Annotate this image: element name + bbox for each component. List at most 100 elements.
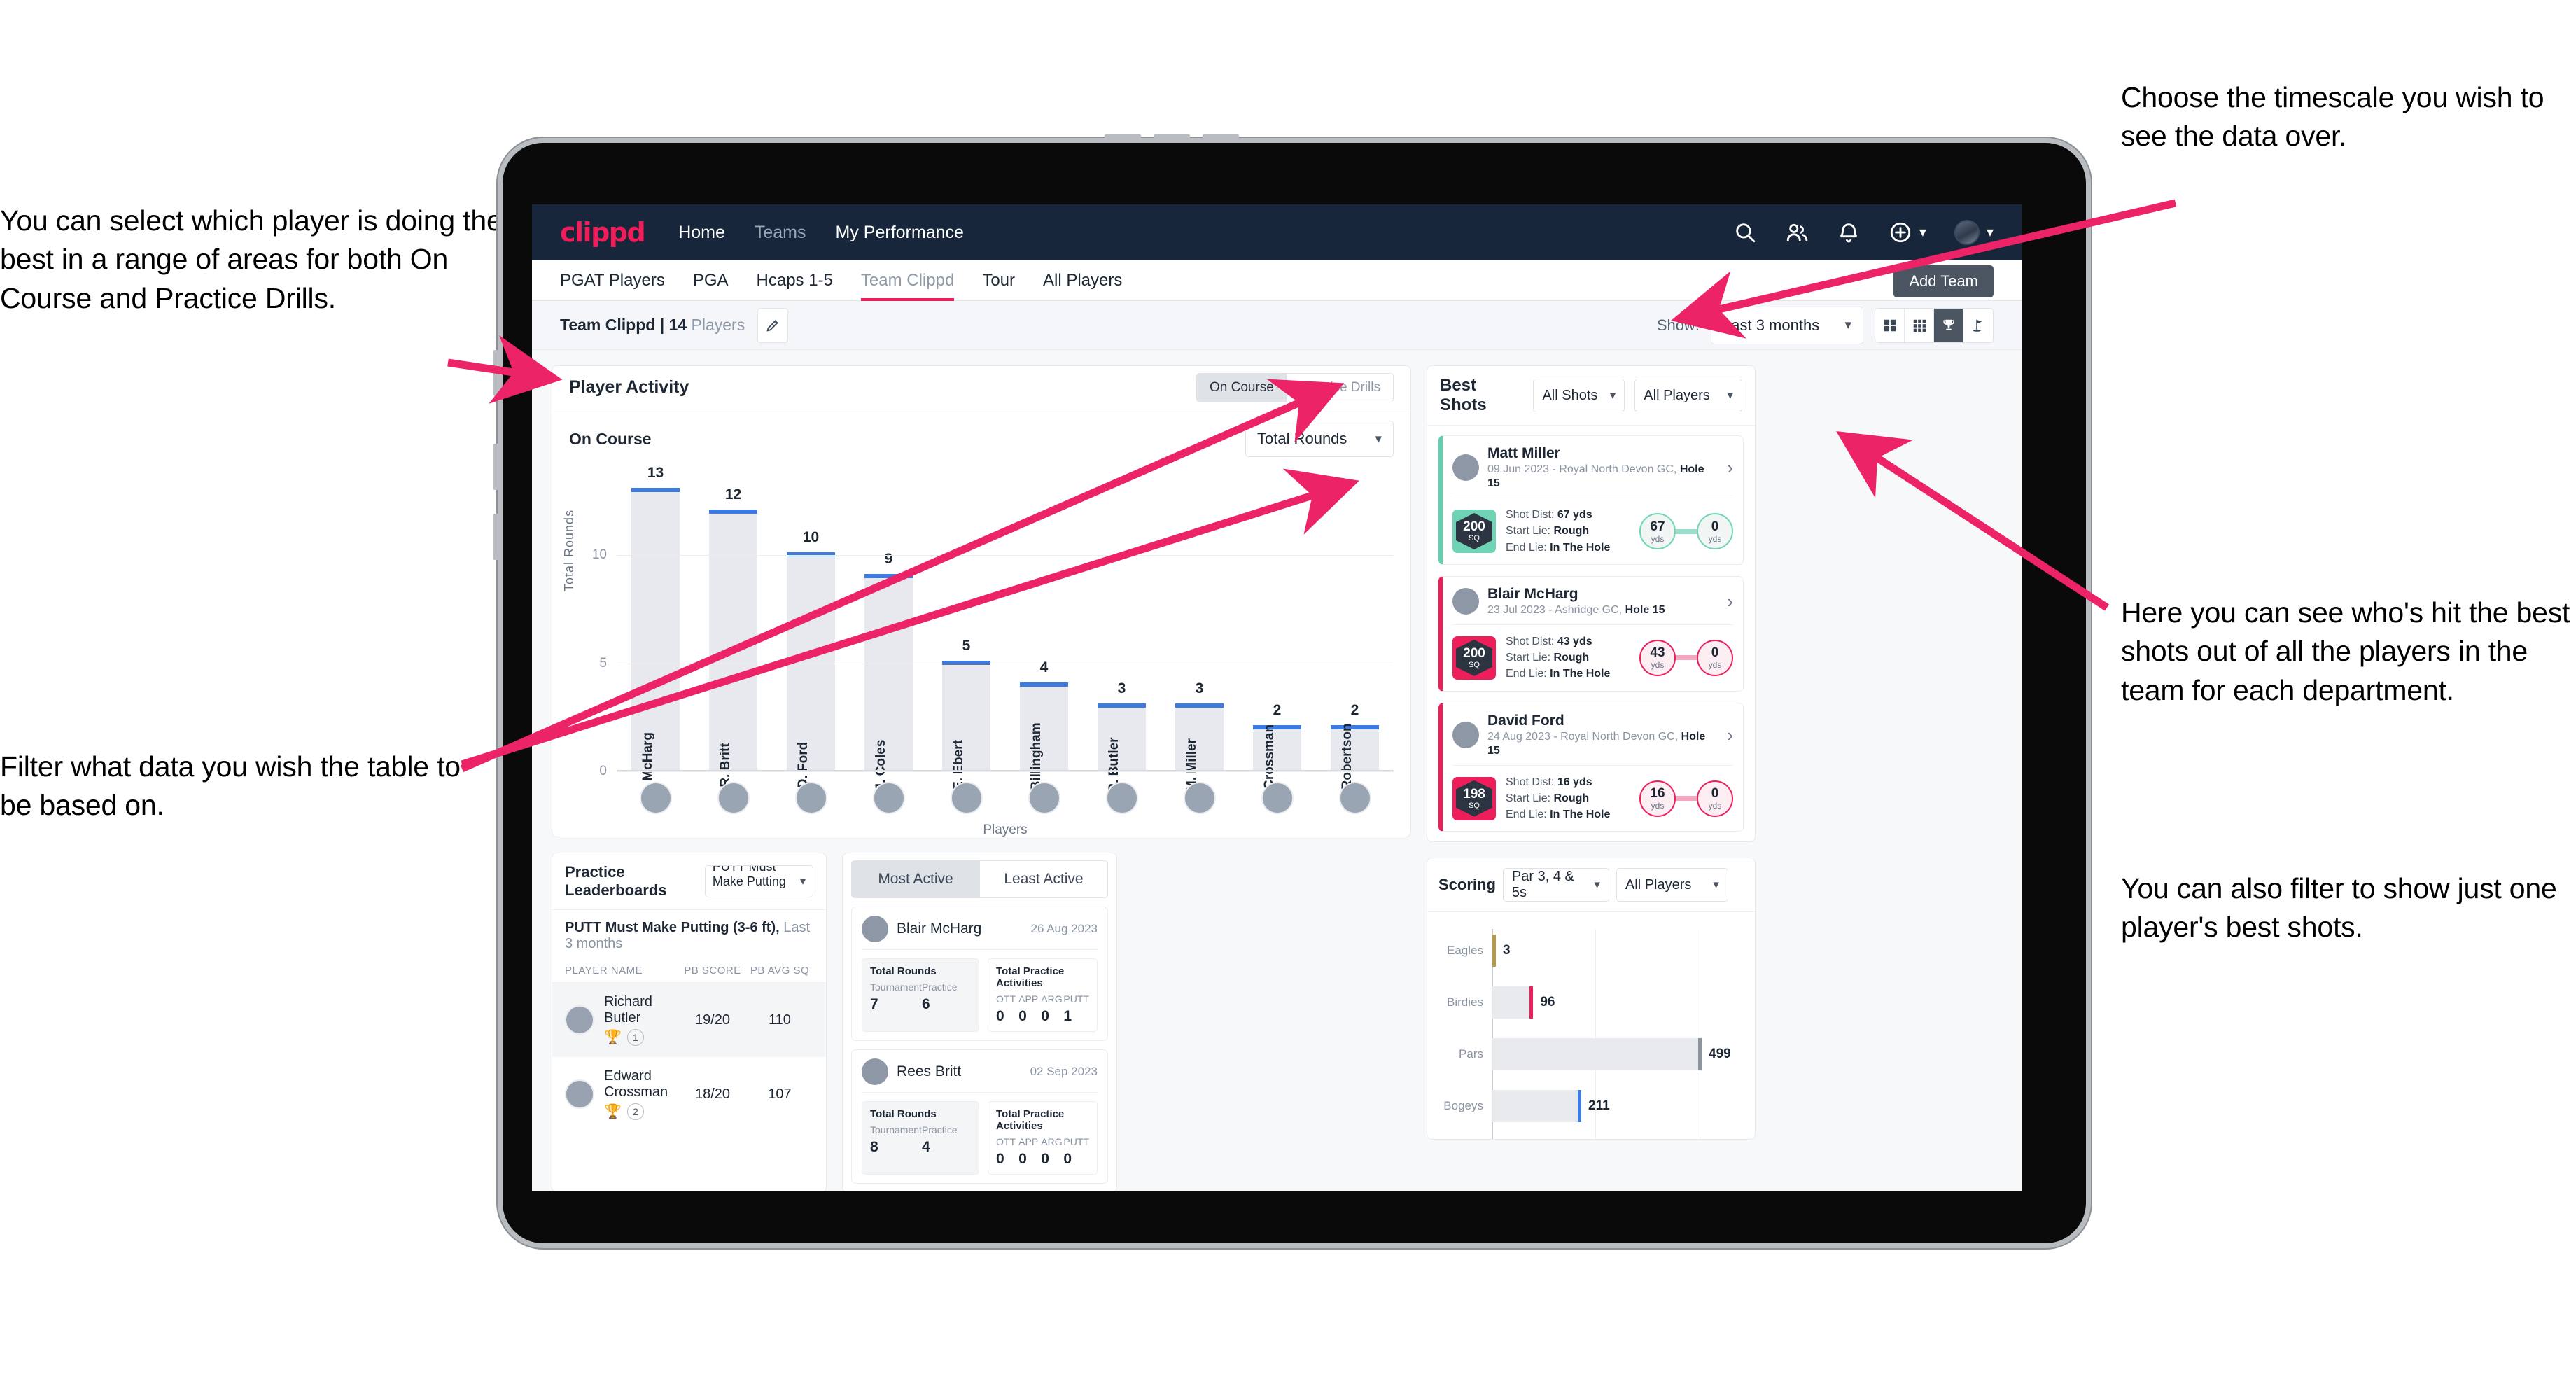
activity-card-item[interactable]: Blair McHarg 26 Aug 2023 Total Rounds Tourn… <box>851 906 1108 1041</box>
chart-bar-slot[interactable]: 5 E. Ebert <box>927 470 1005 790</box>
screenshot-root: You can select which player is doing the… <box>0 0 2576 1386</box>
view-mode-trophy[interactable] <box>1934 308 1963 342</box>
nav-link-home[interactable]: Home <box>678 223 725 243</box>
tab-hcaps-1-5[interactable]: Hcaps 1-5 <box>757 260 833 301</box>
nav-link-my-performance[interactable]: My Performance <box>836 223 964 243</box>
avatar[interactable] <box>1954 220 1980 245</box>
chevron-right-icon[interactable]: › <box>1727 726 1733 744</box>
player-avatar[interactable] <box>1183 782 1216 814</box>
view-mode-grid-3x3[interactable] <box>1905 308 1934 342</box>
chart-bar-slot[interactable]: 2 E. Crossman <box>1238 470 1316 806</box>
timescale-dropdown[interactable]: Last 3 months ▾ <box>1711 306 1863 344</box>
chart-bar[interactable]: 13 B. McHarg <box>631 465 680 798</box>
scoring-bar-row[interactable]: Birdies 96 <box>1440 986 1742 1019</box>
scoring-players-dropdown[interactable]: All Players ▾ <box>1616 868 1728 902</box>
scoring-bar-row[interactable]: Pars 499 <box>1440 1038 1742 1071</box>
bell-icon[interactable] <box>1837 220 1861 244</box>
tab-least-active[interactable]: Least Active <box>979 860 1108 898</box>
metric-value: Total Rounds <box>1257 430 1348 447</box>
view-mode-grid-2x2[interactable] <box>1875 308 1905 342</box>
chart-bar[interactable]: 2 C. Robertson <box>1331 702 1379 807</box>
chart-bar-slot[interactable]: 4 D. Billingham <box>1005 470 1083 808</box>
shots-filter-dropdown[interactable]: All Shots ▾ <box>1533 379 1625 412</box>
tab-team-clippd[interactable]: Team Clippd <box>860 260 955 301</box>
player-avatar[interactable] <box>1105 782 1138 814</box>
player-avatar[interactable] <box>1028 782 1060 814</box>
drill-dropdown[interactable]: PUTT Must Make Putting ... ▾ <box>704 865 813 897</box>
chart-bar[interactable]: 10 D. Ford <box>787 529 835 788</box>
chart-bar-slot[interactable]: 3 M. Miller <box>1161 470 1238 792</box>
chart-bar-slot[interactable]: 13 B. McHarg <box>617 465 694 798</box>
chart-bar[interactable]: 9 J. Coles <box>864 551 913 790</box>
best-shot-card[interactable]: Blair McHarg 23 Jul 2023 - Ashridge GC, H… <box>1438 575 1744 692</box>
chart-y-tick: 0 <box>599 764 607 778</box>
table-row[interactable]: Richard Butler 🏆 1 19/20 110 <box>552 983 826 1057</box>
user-menu[interactable]: ▾ <box>1954 220 1994 245</box>
chart-bar-slot[interactable]: 2 C. Robertson <box>1316 470 1394 807</box>
best-shot-header: Blair McHarg 23 Jul 2023 - Ashridge GC, H… <box>1452 585 1733 626</box>
best-shot-player: Matt Miller <box>1488 445 1560 461</box>
chart-bar[interactable]: 3 R. Butler <box>1098 680 1146 793</box>
segment-on-course[interactable]: On Course <box>1197 373 1287 402</box>
chevron-right-icon[interactable]: › <box>1727 458 1733 477</box>
tab-all-players[interactable]: All Players <box>1043 260 1122 301</box>
chart-bar-slot[interactable]: 12 R. Britt <box>694 470 772 788</box>
player-avatar[interactable] <box>794 782 827 814</box>
people-icon[interactable] <box>1785 220 1809 244</box>
shot-quality-badge: 200 SQ <box>1452 510 1496 554</box>
player-cell: Edward Crossman 🏆 2 <box>594 1068 679 1120</box>
chart-bar[interactable]: 3 M. Miller <box>1175 680 1224 792</box>
best-shot-card[interactable]: Matt Miller 09 Jun 2023 - Royal North Dev… <box>1438 435 1744 565</box>
edit-team-button[interactable] <box>757 307 789 343</box>
segment-practice-drills[interactable]: Practice Drills <box>1286 373 1393 402</box>
best-shot-body: 200 SQ Shot Dist: 43 yds Start Lie: Rough En… <box>1452 625 1733 682</box>
player-avatar[interactable] <box>872 782 905 814</box>
chevron-down-icon: ▾ <box>799 876 806 888</box>
plus-circle-icon[interactable] <box>1889 220 1912 244</box>
player-avatar[interactable] <box>1261 782 1294 814</box>
shot-to-node: 0 yds <box>1697 780 1733 817</box>
activity-date: 02 Sep 2023 <box>1030 1065 1098 1078</box>
tab-most-active[interactable]: Most Active <box>851 860 979 898</box>
chevron-right-icon[interactable]: › <box>1727 592 1733 610</box>
par-filter-dropdown[interactable]: Par 3, 4 & 5s ▾ <box>1502 868 1609 902</box>
search-icon[interactable] <box>1733 220 1757 244</box>
player-avatar[interactable] <box>950 782 983 814</box>
players-filter-dropdown[interactable]: All Players ▾ <box>1634 379 1742 412</box>
trophy-icon <box>1942 319 1954 330</box>
tab-tour[interactable]: Tour <box>982 260 1015 301</box>
chart-bar-value: 10 <box>802 529 820 546</box>
chart-bar-value: 9 <box>884 551 893 568</box>
player-avatar[interactable] <box>639 782 672 814</box>
activity-card-header: Rees Britt 02 Sep 2023 <box>862 1058 1098 1093</box>
scoring-bar-row[interactable]: Eagles 3 <box>1440 934 1742 967</box>
add-menu[interactable]: ▾ <box>1889 220 1926 244</box>
tab-pga[interactable]: PGA <box>693 260 729 301</box>
shot-from-value: 16 <box>1650 786 1665 802</box>
tab-pgat-players[interactable]: PGAT Players <box>560 260 665 301</box>
chart-bar-value: 4 <box>1040 659 1049 676</box>
table-row[interactable]: Edward Crossman 🏆 2 18/20 107 <box>552 1057 826 1131</box>
nav-link-teams[interactable]: Teams <box>755 223 806 243</box>
best-shot-header: David Ford 24 Aug 2023 - Royal North Devo… <box>1452 712 1733 766</box>
add-team-button[interactable]: Add Team <box>1893 265 1994 298</box>
chart-bar-slot[interactable]: 10 D. Ford <box>772 470 850 788</box>
chart-bar[interactable]: 2 E. Crossman <box>1253 702 1301 806</box>
best-shot-card[interactable]: David Ford 24 Aug 2023 - Royal North Devo… <box>1438 702 1744 832</box>
stat-key: OTT <box>996 993 1016 1004</box>
scoring-bar-row[interactable]: Bogeys 211 <box>1440 1090 1742 1123</box>
clippd-logo[interactable]: clippd <box>560 217 646 248</box>
player-avatar[interactable] <box>717 782 750 814</box>
chart-bar-slot[interactable]: 9 J. Coles <box>850 470 927 790</box>
chart-bar[interactable]: 12 R. Britt <box>709 486 757 788</box>
player-avatar[interactable] <box>1338 782 1371 814</box>
chart-bar-slot[interactable]: 3 R. Butler <box>1083 470 1161 793</box>
chart-bar[interactable]: 5 E. Ebert <box>942 638 990 790</box>
chart-bar[interactable]: 4 D. Billingham <box>1020 659 1068 808</box>
best-shot-meta: 24 Aug 2023 - Royal North Devon GC, Hole… <box>1488 730 1706 757</box>
activity-card-item[interactable]: Rees Britt 02 Sep 2023 Total Rounds Tournam… <box>851 1049 1108 1184</box>
metric-dropdown[interactable]: Total Rounds ▾ <box>1245 421 1394 457</box>
stat-key: APP <box>1018 993 1039 1004</box>
chart-x-axis-label: Players <box>983 822 1028 837</box>
view-mode-golf-flag[interactable] <box>1963 309 1993 342</box>
